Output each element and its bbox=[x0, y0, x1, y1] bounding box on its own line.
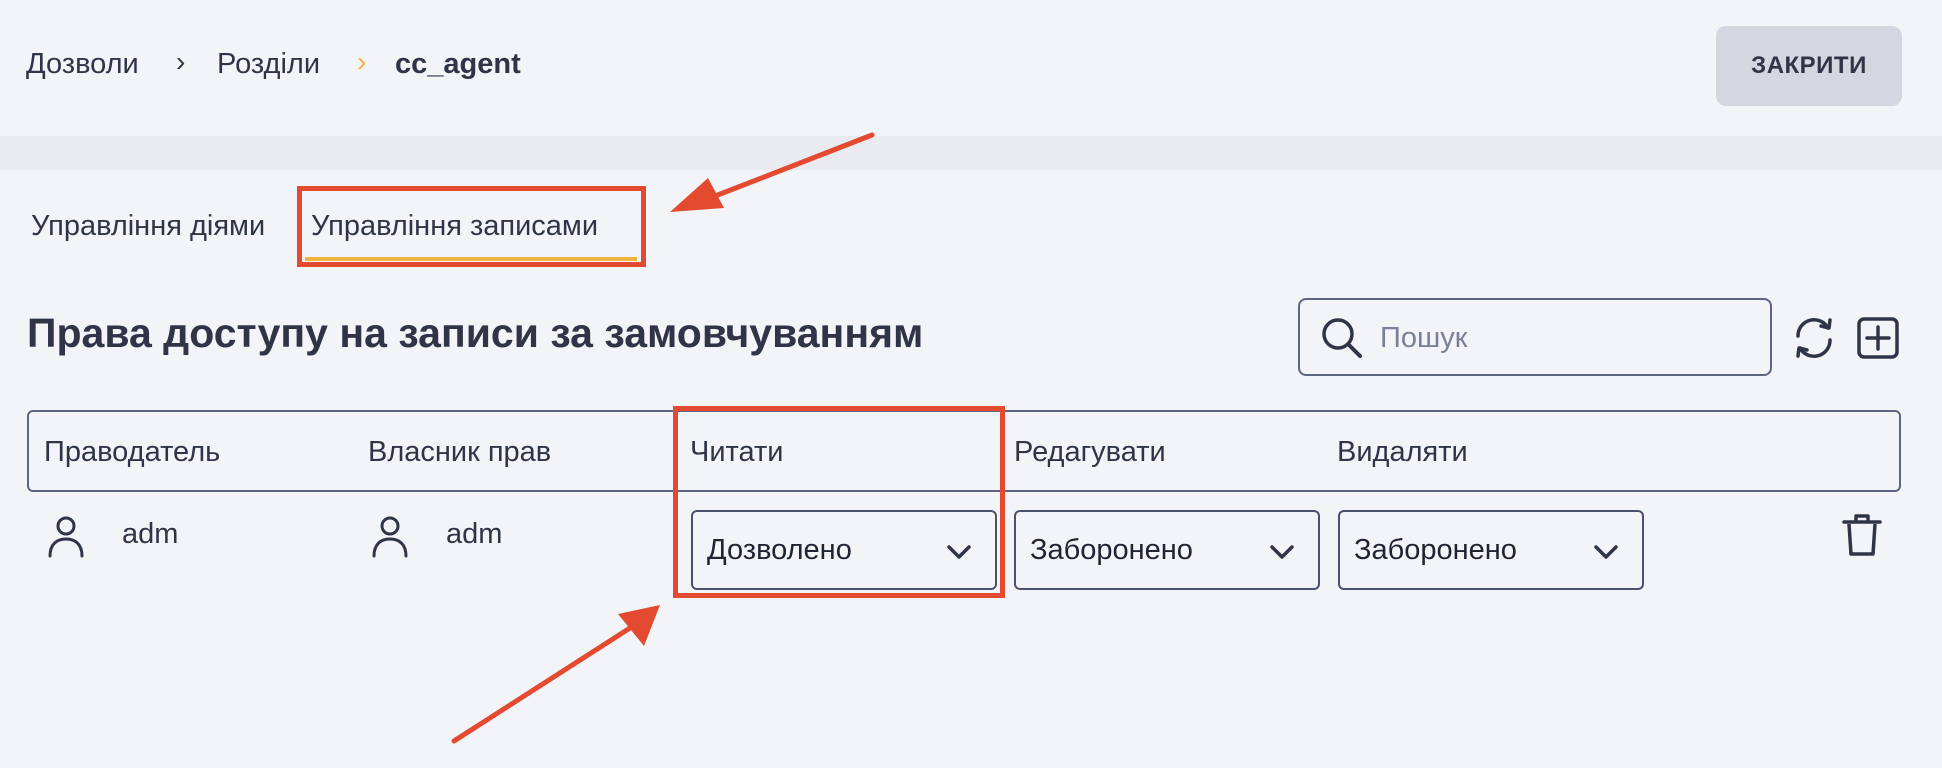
chevron-down-icon bbox=[1592, 538, 1620, 571]
user-icon bbox=[370, 514, 410, 563]
header-divider-band bbox=[0, 136, 1942, 170]
breadcrumb-current: cc_agent bbox=[395, 48, 521, 80]
breadcrumb-sections[interactable]: Розділи bbox=[217, 48, 320, 81]
breadcrumb-permissions[interactable]: Дозволи bbox=[26, 48, 139, 81]
column-header-delete: Видаляти bbox=[1337, 436, 1468, 468]
grantee-name: adm bbox=[446, 518, 503, 550]
page-title: Права доступу на записи за замовчуванням bbox=[27, 310, 924, 356]
edit-permission-value: Заборонено bbox=[1030, 534, 1193, 566]
edit-permission-select[interactable]: Заборонено bbox=[1014, 510, 1320, 590]
annotation-arrow-read bbox=[451, 605, 660, 744]
user-icon bbox=[46, 514, 86, 563]
breadcrumb-separator: › bbox=[176, 46, 186, 77]
refresh-icon bbox=[1790, 318, 1838, 366]
column-header-grantee: Власник прав bbox=[368, 436, 552, 468]
chevron-down-icon bbox=[1268, 538, 1296, 571]
delete-permission-select[interactable]: Заборонено bbox=[1338, 510, 1644, 590]
column-header-grantor: Праводатель bbox=[44, 436, 221, 468]
annotation-highlight-read-column bbox=[673, 406, 1005, 598]
search-icon bbox=[1320, 316, 1364, 365]
grantor-name: adm bbox=[122, 518, 179, 550]
annotation-highlight-tab bbox=[297, 186, 646, 267]
column-header-edit: Редагувати bbox=[1014, 436, 1166, 468]
add-button[interactable] bbox=[1856, 316, 1900, 365]
trash-icon bbox=[1840, 514, 1884, 562]
tab-action-management[interactable]: Управління діями bbox=[31, 210, 265, 243]
delete-permission-value: Заборонено bbox=[1354, 534, 1517, 566]
close-button[interactable]: ЗАКРИТИ bbox=[1716, 26, 1902, 106]
search-field[interactable] bbox=[1298, 298, 1772, 376]
refrеsh-button[interactable] bbox=[1790, 314, 1838, 367]
delete-row-button[interactable] bbox=[1840, 512, 1884, 563]
breadcrumb-separator: › bbox=[357, 46, 367, 77]
add-icon bbox=[1856, 317, 1900, 364]
search-input[interactable] bbox=[1378, 314, 1762, 362]
